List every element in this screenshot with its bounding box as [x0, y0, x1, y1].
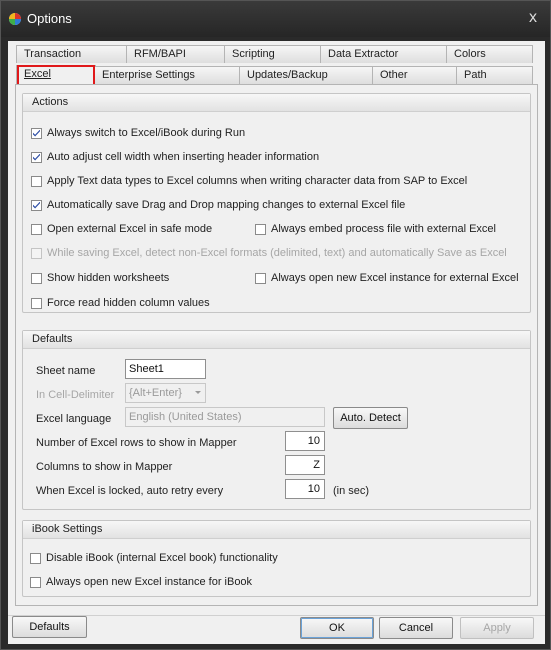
checkbox-box[interactable] [31, 175, 42, 187]
excel-language-label: Excel language [36, 413, 112, 425]
defaults-button[interactable]: Defaults [12, 616, 87, 638]
show-hidden-worksheets-checkbox[interactable]: Show hidden worksheets [31, 272, 169, 284]
checkbox-label: Automatically save Drag and Drop mapping… [47, 199, 406, 211]
new-excel-instance-checkbox[interactable]: Always open new Excel instance for exter… [255, 272, 519, 284]
excel-language-field: English (United States) [125, 407, 325, 427]
sheet-name-label: Sheet name [36, 365, 96, 377]
tab-updates-backup[interactable]: Updates/Backup [239, 66, 374, 84]
rows-label: Number of Excel rows to show in Mapper [36, 437, 237, 449]
checkbox-box[interactable] [31, 151, 42, 163]
tab-label: Enterprise Settings [102, 69, 195, 81]
ibook-new-instance-checkbox[interactable]: Always open new Excel instance for iBook [30, 576, 252, 588]
checkbox-label: Disable iBook (internal Excel book) func… [46, 552, 278, 564]
retry-unit: (in sec) [333, 485, 370, 497]
defaults-group: Defaults Sheet name Sheet1 In Cell-Delim… [22, 330, 531, 510]
window-title: Options [27, 11, 72, 26]
checkbox-box[interactable] [255, 272, 266, 284]
tab-label: Transaction [24, 48, 82, 60]
checkbox-label: Always open new Excel instance for exter… [271, 272, 519, 284]
checkbox-box[interactable] [30, 552, 41, 564]
checkbox-label: Open external Excel in safe mode [47, 223, 213, 235]
ok-button[interactable]: OK [300, 617, 374, 639]
tab-path[interactable]: Path [456, 66, 533, 84]
checkbox-label: While saving Excel, detect non-Excel for… [47, 247, 507, 259]
tab-scripting[interactable]: Scripting [224, 45, 322, 63]
apply-button: Apply [460, 617, 534, 639]
footer-divider [8, 615, 545, 616]
retry-label: When Excel is locked, auto retry every [36, 485, 224, 497]
chevron-down-icon [195, 391, 201, 394]
always-switch-checkbox[interactable]: Always switch to Excel/iBook during Run [31, 127, 245, 139]
defaults-header: Defaults [23, 331, 530, 349]
columns-input[interactable]: Z [285, 455, 325, 475]
app-icon [9, 13, 21, 25]
rows-input[interactable]: 10 [285, 431, 325, 451]
tab-other[interactable]: Other [372, 66, 458, 84]
checkbox-box[interactable] [31, 127, 42, 139]
checkbox-box[interactable] [30, 576, 41, 588]
safe-mode-checkbox[interactable]: Open external Excel in safe mode [31, 223, 212, 235]
checkbox-label: Always embed process file with external … [271, 223, 496, 235]
close-icon[interactable]: x [524, 9, 542, 27]
force-read-hidden-checkbox[interactable]: Force read hidden column values [31, 297, 210, 309]
ibook-group: iBook Settings Disable iBook (internal E… [22, 520, 531, 597]
auto-save-mapping-checkbox[interactable]: Automatically save Drag and Drop mapping… [31, 199, 405, 211]
tab-label: RFM/BAPI [134, 48, 186, 60]
tab-label: Scripting [232, 48, 275, 60]
checkbox-label: Apply Text data types to Excel columns w… [47, 175, 468, 187]
tab-label: Path [464, 69, 487, 81]
auto-detect-button[interactable]: Auto. Detect [333, 407, 408, 429]
auto-adjust-width-checkbox[interactable]: Auto adjust cell width when inserting he… [31, 151, 319, 163]
detect-formats-checkbox: While saving Excel, detect non-Excel for… [31, 247, 507, 259]
tab-label: Excel [24, 68, 51, 80]
tab-data-extractor[interactable]: Data Extractor [320, 45, 448, 63]
title-bar[interactable]: Options x [1, 1, 550, 37]
checkbox-box[interactable] [31, 297, 42, 309]
tab-enterprise-settings[interactable]: Enterprise Settings [94, 66, 241, 84]
checkbox-label: Force read hidden column values [47, 297, 210, 309]
actions-header: Actions [23, 94, 530, 112]
tab-label: Data Extractor [328, 48, 399, 60]
checkbox-box[interactable] [31, 223, 42, 235]
disable-ibook-checkbox[interactable]: Disable iBook (internal Excel book) func… [30, 552, 278, 564]
tab-rfm-bapi[interactable]: RFM/BAPI [126, 45, 226, 63]
columns-label: Columns to show in Mapper [36, 461, 173, 473]
checkbox-label: Always open new Excel instance for iBook [46, 576, 253, 588]
checkbox-box[interactable] [31, 272, 42, 284]
tab-label: Other [380, 69, 408, 81]
delimiter-label: In Cell-Delimiter [36, 389, 115, 401]
delimiter-select: {Alt+Enter} [125, 383, 206, 403]
dialog-body: Transaction RFM/BAPI Scripting Data Extr… [8, 41, 545, 644]
excel-tab-panel: Actions Always switch to Excel/iBook dur… [15, 84, 538, 606]
checkbox-label: Show hidden worksheets [47, 272, 170, 284]
delimiter-value: {Alt+Enter} [129, 387, 182, 399]
tab-label: Colors [454, 48, 486, 60]
ibook-header: iBook Settings [23, 521, 530, 539]
apply-text-types-checkbox[interactable]: Apply Text data types to Excel columns w… [31, 175, 467, 187]
embed-process-checkbox[interactable]: Always embed process file with external … [255, 223, 496, 235]
checkbox-box [31, 247, 42, 259]
retry-input[interactable]: 10 [285, 479, 325, 499]
cancel-button[interactable]: Cancel [379, 617, 453, 639]
checkbox-label: Auto adjust cell width when inserting he… [47, 151, 320, 163]
tab-transaction[interactable]: Transaction [16, 45, 128, 63]
tab-colors[interactable]: Colors [446, 45, 533, 63]
checkbox-box[interactable] [255, 223, 266, 235]
sheet-name-input[interactable]: Sheet1 [125, 359, 206, 379]
options-dialog: Options x Transaction RFM/BAPI Scripting… [0, 0, 551, 650]
tab-excel[interactable]: Excel [16, 65, 96, 85]
checkbox-label: Always switch to Excel/iBook during Run [47, 127, 246, 139]
checkbox-box[interactable] [31, 199, 42, 211]
tab-label: Updates/Backup [247, 69, 328, 81]
actions-group: Actions Always switch to Excel/iBook dur… [22, 93, 531, 313]
